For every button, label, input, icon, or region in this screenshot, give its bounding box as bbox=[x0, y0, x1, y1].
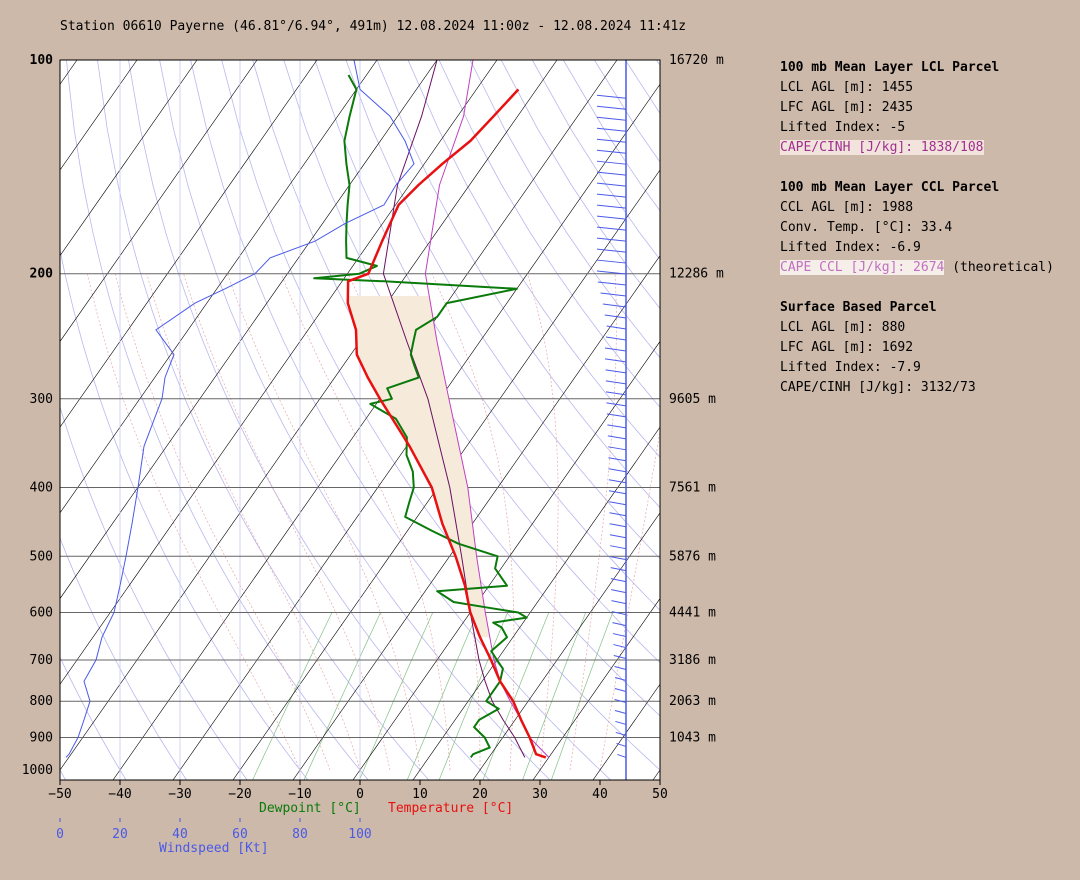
height-label: 16720 m bbox=[669, 53, 724, 68]
pressure-tick-label: 900 bbox=[30, 731, 53, 746]
wind-tick-label: 60 bbox=[232, 827, 248, 842]
ccl-agl: CCL AGL [m]: 1988 bbox=[780, 200, 914, 215]
windspeed-axis-label: Windspeed [Kt] bbox=[159, 841, 269, 856]
temp-tick-label: −20 bbox=[228, 787, 251, 802]
temp-tick-label: 50 bbox=[652, 787, 668, 802]
height-label: 9605 m bbox=[669, 392, 716, 407]
lifted-index: Lifted Index: -5 bbox=[780, 120, 906, 135]
pressure-tick-label: 200 bbox=[30, 267, 54, 282]
pressure-tick-label: 600 bbox=[30, 605, 53, 620]
dewpoint-axis-label: Dewpoint [°C] bbox=[259, 801, 361, 816]
dry-adiabat bbox=[625, 60, 660, 115]
height-label: 4441 m bbox=[669, 605, 716, 620]
lcl-parcel-panel: 100 mb Mean Layer LCL Parcel LCL AGL [m]… bbox=[780, 58, 1075, 158]
wind-tick-label: 0 bbox=[56, 827, 64, 842]
dry-adiabat bbox=[688, 60, 1080, 785]
wind-tick-label: 20 bbox=[112, 827, 128, 842]
sb-cape-cinh: CAPE/CINH [J/kg]: 3132/73 bbox=[780, 380, 976, 395]
temp-tick-label: 10 bbox=[412, 787, 428, 802]
height-label: 7561 m bbox=[669, 480, 716, 495]
dry-adiabat bbox=[594, 60, 660, 163]
pressure-tick-label: 800 bbox=[30, 694, 53, 709]
temperature-axis-label: Temperature [°C] bbox=[388, 801, 513, 816]
dry-adiabat bbox=[750, 60, 1080, 785]
lcl-agl: LCL AGL [m]: 1455 bbox=[780, 80, 914, 95]
ccl-lifted-index: Lifted Index: -6.9 bbox=[780, 240, 921, 255]
height-label: 5876 m bbox=[669, 549, 716, 564]
temp-tick-label: 0 bbox=[356, 787, 364, 802]
dry-adiabat bbox=[812, 60, 1080, 785]
cape-ccl-note: (theoretical) bbox=[944, 260, 1054, 275]
dry-adiabat bbox=[781, 60, 1080, 785]
isotherm-line bbox=[0, 60, 17, 780]
temp-tick-label: −50 bbox=[48, 787, 71, 802]
pressure-tick-label: 400 bbox=[30, 480, 53, 495]
temp-tick-label: −30 bbox=[168, 787, 191, 802]
height-label: 1043 m bbox=[669, 731, 716, 746]
wind-tick-label: 80 bbox=[292, 827, 308, 842]
cape-cinh-highlight: CAPE/CINH [J/kg]: 1838/108 bbox=[780, 140, 984, 155]
pressure-tick-label: 500 bbox=[30, 549, 53, 564]
height-label: 2063 m bbox=[669, 694, 716, 709]
lfc-agl: LFC AGL [m]: 2435 bbox=[780, 100, 914, 115]
sb-lcl-agl: LCL AGL [m]: 880 bbox=[780, 320, 906, 335]
height-label: 12286 m bbox=[669, 267, 724, 282]
isotherm-line bbox=[652, 769, 660, 780]
ccl-parcel-panel: 100 mb Mean Layer CCL Parcel CCL AGL [m]… bbox=[780, 178, 1075, 278]
wind-tick-label: 100 bbox=[348, 827, 371, 842]
wind-tick-label: 40 bbox=[172, 827, 188, 842]
dry-adiabat bbox=[60, 769, 66, 780]
sb-lfc-agl: LFC AGL [m]: 1692 bbox=[780, 340, 914, 355]
temp-tick-label: 20 bbox=[472, 787, 488, 802]
temp-tick-label: 40 bbox=[592, 787, 608, 802]
convective-temperature: Conv. Temp. [°C]: 33.4 bbox=[780, 220, 953, 235]
surface-parcel-header: Surface Based Parcel bbox=[780, 300, 937, 315]
pressure-tick-label: 300 bbox=[30, 392, 53, 407]
temp-tick-label: −10 bbox=[288, 787, 311, 802]
temp-tick-label: −40 bbox=[108, 787, 131, 802]
isotherm-line bbox=[592, 683, 660, 780]
pressure-tick-label: 700 bbox=[30, 653, 53, 668]
pressure-tick-label: 1000 bbox=[22, 763, 53, 778]
dry-adiabat bbox=[0, 60, 7, 785]
temp-tick-label: 30 bbox=[532, 787, 548, 802]
height-label: 3186 m bbox=[669, 653, 716, 668]
dry-adiabat bbox=[843, 60, 1080, 785]
surface-parcel-panel: Surface Based Parcel LCL AGL [m]: 880 LF… bbox=[780, 298, 1075, 398]
pressure-tick-label: 100 bbox=[30, 53, 54, 68]
dry-adiabat bbox=[719, 60, 1080, 785]
isotherm-line bbox=[713, 60, 1080, 780]
lcl-parcel-header: 100 mb Mean Layer LCL Parcel bbox=[780, 60, 1000, 75]
cape-ccl-highlight: CAPE CCL [J/kg]: 2674 bbox=[780, 260, 945, 275]
ccl-parcel-header: 100 mb Mean Layer CCL Parcel bbox=[780, 180, 1000, 195]
sb-lifted-index: Lifted Index: -7.9 bbox=[780, 360, 921, 375]
dry-adiabat bbox=[656, 60, 660, 66]
